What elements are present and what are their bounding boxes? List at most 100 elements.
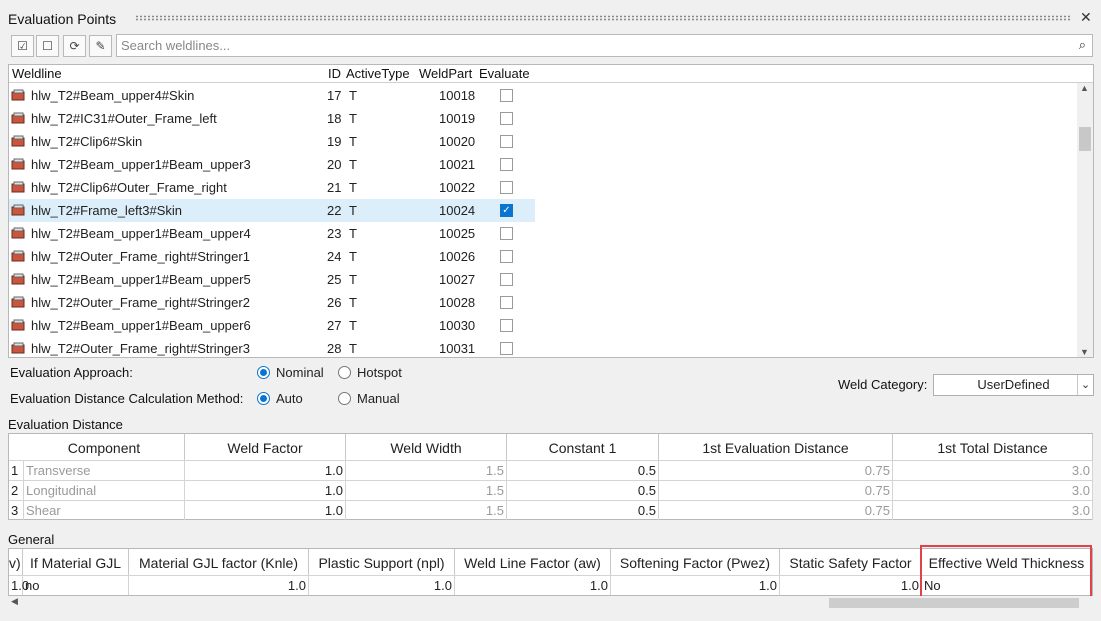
- table-row[interactable]: hlw_T2#Beam_upper1#Beam_upper3 20 T 1002…: [9, 153, 535, 176]
- cell-weldpart: 10021: [439, 157, 476, 172]
- weld-category-select[interactable]: UserDefined ⌄: [933, 374, 1094, 396]
- evaluate-checkbox[interactable]: [500, 181, 513, 194]
- scroll-thumb-h[interactable]: [829, 598, 1079, 608]
- scroll-down-icon[interactable]: ▼: [1080, 347, 1089, 357]
- table-row[interactable]: hlw_T2#Clip6#Outer_Frame_right 21 T 1002…: [9, 176, 535, 199]
- radio-nominal-dot[interactable]: [257, 366, 270, 379]
- scroll-thumb[interactable]: [1079, 127, 1091, 151]
- pick-button[interactable]: ✎: [89, 35, 112, 57]
- table-row[interactable]: hlw_T2#Outer_Frame_right#Stringer3 28 T …: [9, 337, 535, 360]
- cell-total[interactable]: 3.0: [893, 500, 1093, 520]
- general-cell[interactable]: 1.0: [9, 575, 29, 595]
- cell-component[interactable]: Longitudinal: [24, 480, 185, 500]
- evaluate-checkbox[interactable]: [500, 227, 513, 240]
- col-header[interactable]: Constant 1: [507, 434, 659, 460]
- cell-weldpart: 10018: [439, 88, 476, 103]
- cell-eval[interactable]: 0.75: [659, 500, 893, 520]
- cell-width[interactable]: 1.5: [346, 460, 507, 480]
- evaluate-checkbox[interactable]: ✓: [500, 204, 513, 217]
- cell-factor[interactable]: 1.0: [185, 460, 346, 480]
- cell-total[interactable]: 3.0: [893, 480, 1093, 500]
- evaluate-checkbox[interactable]: [500, 342, 513, 355]
- weld-category-label: Weld Category:: [838, 377, 928, 392]
- cell-constant[interactable]: 0.5: [507, 480, 659, 500]
- col-weldline[interactable]: Weldline: [12, 66, 62, 81]
- general-col-header[interactable]: Weld Line Factor (aw): [455, 549, 611, 575]
- table-row[interactable]: hlw_T2#Beam_upper1#Beam_upper6 27 T 1003…: [9, 314, 535, 337]
- scroll-left-icon[interactable]: ◀: [11, 596, 18, 607]
- evaluate-checkbox[interactable]: [500, 273, 513, 286]
- cell-factor[interactable]: 1.0: [185, 480, 346, 500]
- cell-eval[interactable]: 0.75: [659, 480, 893, 500]
- radio-hotspot-dot[interactable]: [338, 366, 351, 379]
- general-cell[interactable]: 1.0: [129, 575, 309, 595]
- radio-hotspot[interactable]: Hotspot: [338, 365, 402, 380]
- evaluate-checkbox[interactable]: [500, 250, 513, 263]
- table-row[interactable]: hlw_T2#Clip6#Skin 19 T 10020: [9, 130, 535, 153]
- general-cell[interactable]: 1.0: [309, 575, 455, 595]
- cell-constant[interactable]: 0.5: [507, 460, 659, 480]
- radio-manual[interactable]: Manual: [338, 391, 400, 406]
- evaluate-checkbox[interactable]: [500, 135, 513, 148]
- cell-eval[interactable]: 0.75: [659, 460, 893, 480]
- evaluate-checkbox[interactable]: [500, 158, 513, 171]
- table-row[interactable]: hlw_T2#Beam_upper1#Beam_upper4 23 T 1002…: [9, 222, 535, 245]
- table-row[interactable]: hlw_T2#Beam_upper4#Skin 17 T 10018: [9, 84, 535, 107]
- scroll-up-icon[interactable]: ▲: [1080, 83, 1089, 93]
- chevron-down-icon[interactable]: ⌄: [1077, 375, 1093, 395]
- radio-auto-dot[interactable]: [257, 392, 270, 405]
- col-header[interactable]: Weld Width: [346, 434, 507, 460]
- table-row[interactable]: hlw_T2#Beam_upper1#Beam_upper5 25 T 1002…: [9, 268, 535, 291]
- radio-auto[interactable]: Auto: [257, 391, 303, 406]
- col-header[interactable]: Component: [24, 434, 185, 460]
- general-col-header[interactable]: Plastic Support (npl): [309, 549, 455, 575]
- cell-total[interactable]: 3.0: [893, 460, 1093, 480]
- vertical-scrollbar[interactable]: ▲ ▼: [1077, 83, 1093, 357]
- panel-drag-grip[interactable]: [135, 15, 1070, 21]
- general-cell[interactable]: 1.0: [780, 575, 922, 595]
- radio-nominal[interactable]: Nominal: [257, 365, 324, 380]
- check-all-button[interactable]: ☑: [11, 35, 34, 57]
- table-row[interactable]: hlw_T2#Outer_Frame_right#Stringer1 24 T …: [9, 245, 535, 268]
- general-col-header[interactable]: Material GJL factor (Knle): [129, 549, 309, 575]
- general-cell[interactable]: 1.0: [611, 575, 780, 595]
- col-header[interactable]: 1st Evaluation Distance: [659, 434, 893, 460]
- general-col-header[interactable]: Static Safety Factor: [780, 549, 922, 575]
- evaluate-checkbox[interactable]: [500, 296, 513, 309]
- radio-manual-dot[interactable]: [338, 392, 351, 405]
- table-row[interactable]: hlw_T2#IC31#Outer_Frame_left 18 T 10019: [9, 107, 535, 130]
- horizontal-scrollbar[interactable]: ◀: [9, 596, 1093, 610]
- weldline-icon: [11, 135, 25, 147]
- uncheck-all-button[interactable]: ☐: [36, 35, 59, 57]
- evaluate-checkbox[interactable]: [500, 112, 513, 125]
- general-col-header[interactable]: If Material GJL: [23, 549, 129, 575]
- col-activetype[interactable]: ActiveType: [346, 66, 410, 81]
- general-col-header[interactable]: v): [9, 549, 23, 575]
- cell-component[interactable]: Transverse: [24, 460, 185, 480]
- table-row[interactable]: hlw_T2#Frame_left3#Skin 22 T 10024 ✓: [9, 199, 535, 222]
- cell-component[interactable]: Shear: [24, 500, 185, 520]
- table-row[interactable]: hlw_T2#Outer_Frame_right#Stringer2 26 T …: [9, 291, 535, 314]
- general-title: General: [8, 532, 55, 547]
- evaluate-checkbox[interactable]: [500, 89, 513, 102]
- evaluate-checkbox[interactable]: [500, 319, 513, 332]
- col-weldpart[interactable]: WeldPart: [419, 66, 472, 81]
- cell-width[interactable]: 1.5: [346, 480, 507, 500]
- refresh-button[interactable]: ⟳: [63, 35, 86, 57]
- cell-factor[interactable]: 1.0: [185, 500, 346, 520]
- search-icon[interactable]: ⌕: [1079, 37, 1086, 53]
- cell-id: 22: [327, 203, 342, 218]
- weldline-icon: [11, 227, 25, 239]
- close-icon[interactable]: ✕: [1080, 9, 1092, 26]
- col-evaluate[interactable]: Evaluate: [479, 66, 530, 81]
- col-header[interactable]: 1st Total Distance: [893, 434, 1093, 460]
- col-id[interactable]: ID: [328, 66, 341, 81]
- general-cell[interactable]: no: [23, 575, 129, 595]
- general-col-header[interactable]: Softening Factor (Pwez): [611, 549, 780, 575]
- general-cell[interactable]: 1.0: [455, 575, 611, 595]
- cell-width[interactable]: 1.5: [346, 500, 507, 520]
- search-input[interactable]: Search weldlines... ⌕: [116, 34, 1093, 57]
- eval-distance-table: Component Weld Factor Weld Width Constant 1…: [8, 433, 1093, 520]
- col-header[interactable]: Weld Factor: [185, 434, 346, 460]
- cell-constant[interactable]: 0.5: [507, 500, 659, 520]
